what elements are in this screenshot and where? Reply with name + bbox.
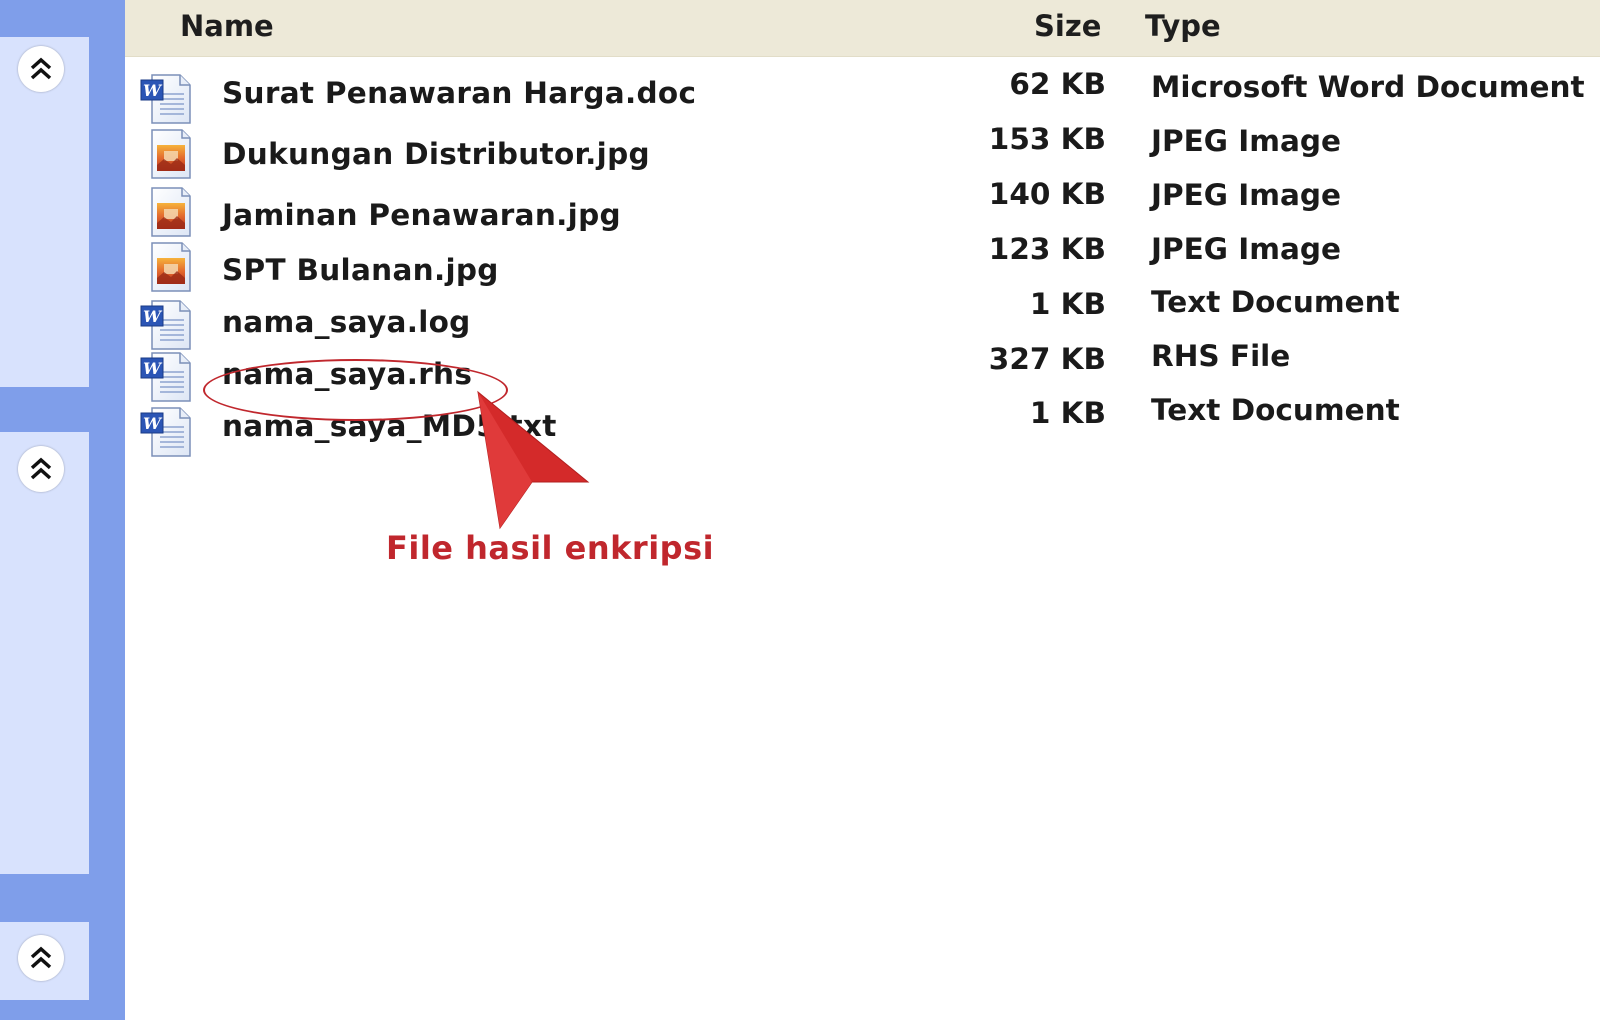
- file-name[interactable]: Surat Penawaran Harga.doc: [222, 76, 696, 110]
- file-type: Microsoft Word Document: [1151, 70, 1585, 104]
- file-type: JPEG Image: [1151, 232, 1341, 266]
- jpeg-image-icon[interactable]: [142, 185, 198, 239]
- file-type: Text Document: [1151, 393, 1400, 427]
- file-type: JPEG Image: [1151, 124, 1341, 158]
- file-size: 1 KB: [1029, 396, 1106, 430]
- file-name[interactable]: nama_saya.rhs: [222, 357, 472, 391]
- file-type: RHS File: [1151, 339, 1291, 373]
- column-header-bar: [125, 0, 1600, 57]
- column-header-size[interactable]: Size: [1034, 0, 1101, 52]
- left-task-pane: [0, 0, 125, 1020]
- word-doc-icon[interactable]: [138, 298, 194, 352]
- file-size: 140 KB: [988, 177, 1106, 211]
- collapse-panel-3-button[interactable]: [18, 935, 64, 981]
- word-doc-icon[interactable]: [138, 72, 194, 126]
- file-name[interactable]: SPT Bulanan.jpg: [222, 253, 499, 287]
- file-name[interactable]: Jaminan Penawaran.jpg: [222, 198, 621, 232]
- file-size: 1 KB: [1029, 287, 1106, 321]
- annotation-arrow-icon: [477, 390, 590, 530]
- column-header-name[interactable]: Name: [180, 0, 274, 52]
- collapse-up-icon: [30, 946, 52, 969]
- annotation-label: File hasil enkripsi: [386, 529, 715, 567]
- word-doc-icon[interactable]: [138, 350, 194, 404]
- file-type: Text Document: [1151, 285, 1400, 319]
- collapse-up-icon: [30, 57, 52, 80]
- file-size: 327 KB: [988, 342, 1106, 376]
- file-name[interactable]: nama_saya.log: [222, 305, 471, 339]
- file-size: 153 KB: [988, 122, 1106, 156]
- collapse-panel-1-button[interactable]: [18, 46, 64, 92]
- file-name[interactable]: Dukungan Distributor.jpg: [222, 137, 650, 171]
- jpeg-image-icon[interactable]: [142, 127, 198, 181]
- task-panel-2: [0, 432, 89, 874]
- collapse-up-icon: [30, 457, 52, 480]
- collapse-panel-2-button[interactable]: [18, 446, 64, 492]
- file-type: JPEG Image: [1151, 178, 1341, 212]
- word-doc-icon[interactable]: [138, 405, 194, 459]
- column-header-type[interactable]: Type: [1145, 0, 1221, 52]
- file-size: 62 KB: [1009, 67, 1106, 101]
- file-size: 123 KB: [988, 232, 1106, 266]
- jpeg-image-icon[interactable]: [142, 240, 198, 294]
